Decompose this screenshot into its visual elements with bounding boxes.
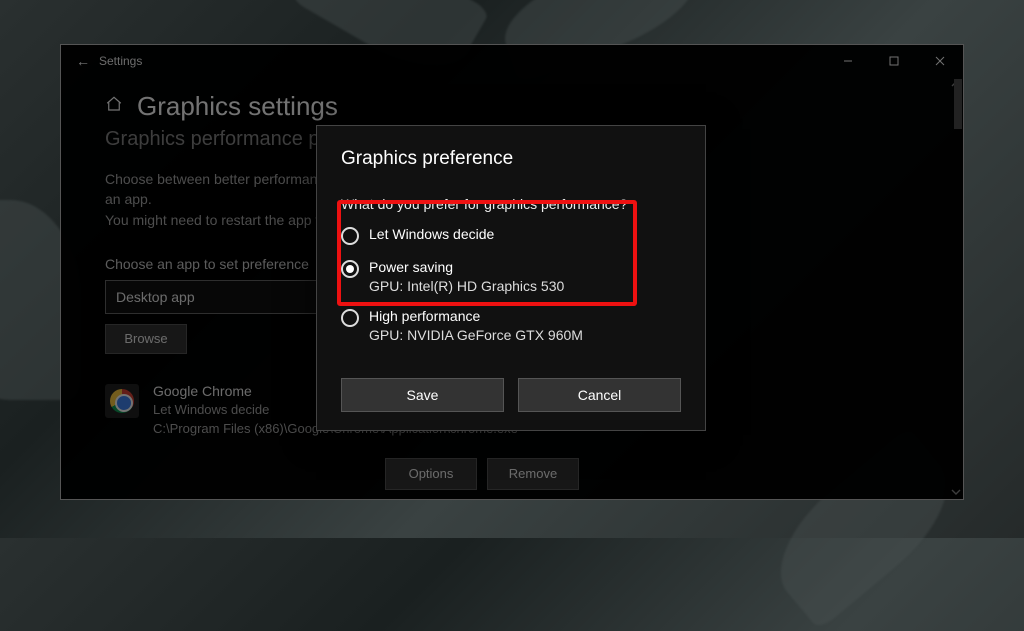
chrome-icon bbox=[110, 389, 134, 413]
remove-button[interactable]: Remove bbox=[487, 458, 579, 490]
save-button[interactable]: Save bbox=[341, 378, 504, 412]
option-label: Power saving bbox=[369, 259, 564, 275]
titlebar: ← Settings bbox=[61, 45, 963, 77]
radio-icon bbox=[341, 309, 359, 327]
home-icon[interactable] bbox=[105, 95, 123, 118]
settings-window: ← Settings Graphics settings Graphics pe… bbox=[60, 44, 964, 500]
browse-button[interactable]: Browse bbox=[105, 324, 187, 354]
option-let-windows-decide[interactable]: Let Windows decide bbox=[341, 226, 681, 245]
scroll-down-arrow[interactable] bbox=[951, 487, 961, 497]
dropdown-value: Desktop app bbox=[116, 289, 195, 305]
option-high-performance[interactable]: High performance GPU: NVIDIA GeForce GTX… bbox=[341, 308, 681, 343]
dialog-question: What do you prefer for graphics performa… bbox=[341, 196, 681, 212]
close-button[interactable] bbox=[917, 45, 963, 77]
option-label: High performance bbox=[369, 308, 583, 324]
radio-icon bbox=[341, 260, 359, 278]
option-power-saving[interactable]: Power saving GPU: Intel(R) HD Graphics 5… bbox=[341, 259, 681, 294]
minimize-button[interactable] bbox=[825, 45, 871, 77]
dialog-title: Graphics preference bbox=[341, 148, 681, 170]
cancel-button[interactable]: Cancel bbox=[518, 378, 681, 412]
scrollbar[interactable] bbox=[954, 79, 962, 497]
option-label: Let Windows decide bbox=[369, 226, 494, 242]
page-title: Graphics settings bbox=[137, 91, 338, 122]
scrollbar-thumb[interactable] bbox=[954, 79, 962, 129]
window-title: Settings bbox=[99, 54, 142, 68]
back-button[interactable]: ← bbox=[67, 53, 99, 69]
maximize-button[interactable] bbox=[871, 45, 917, 77]
app-icon bbox=[105, 384, 139, 418]
graphics-preference-dialog: Graphics preference What do you prefer f… bbox=[316, 125, 706, 431]
option-gpu: GPU: NVIDIA GeForce GTX 960M bbox=[369, 327, 583, 343]
options-button[interactable]: Options bbox=[385, 458, 477, 490]
radio-icon bbox=[341, 227, 359, 245]
option-gpu: GPU: Intel(R) HD Graphics 530 bbox=[369, 278, 564, 294]
